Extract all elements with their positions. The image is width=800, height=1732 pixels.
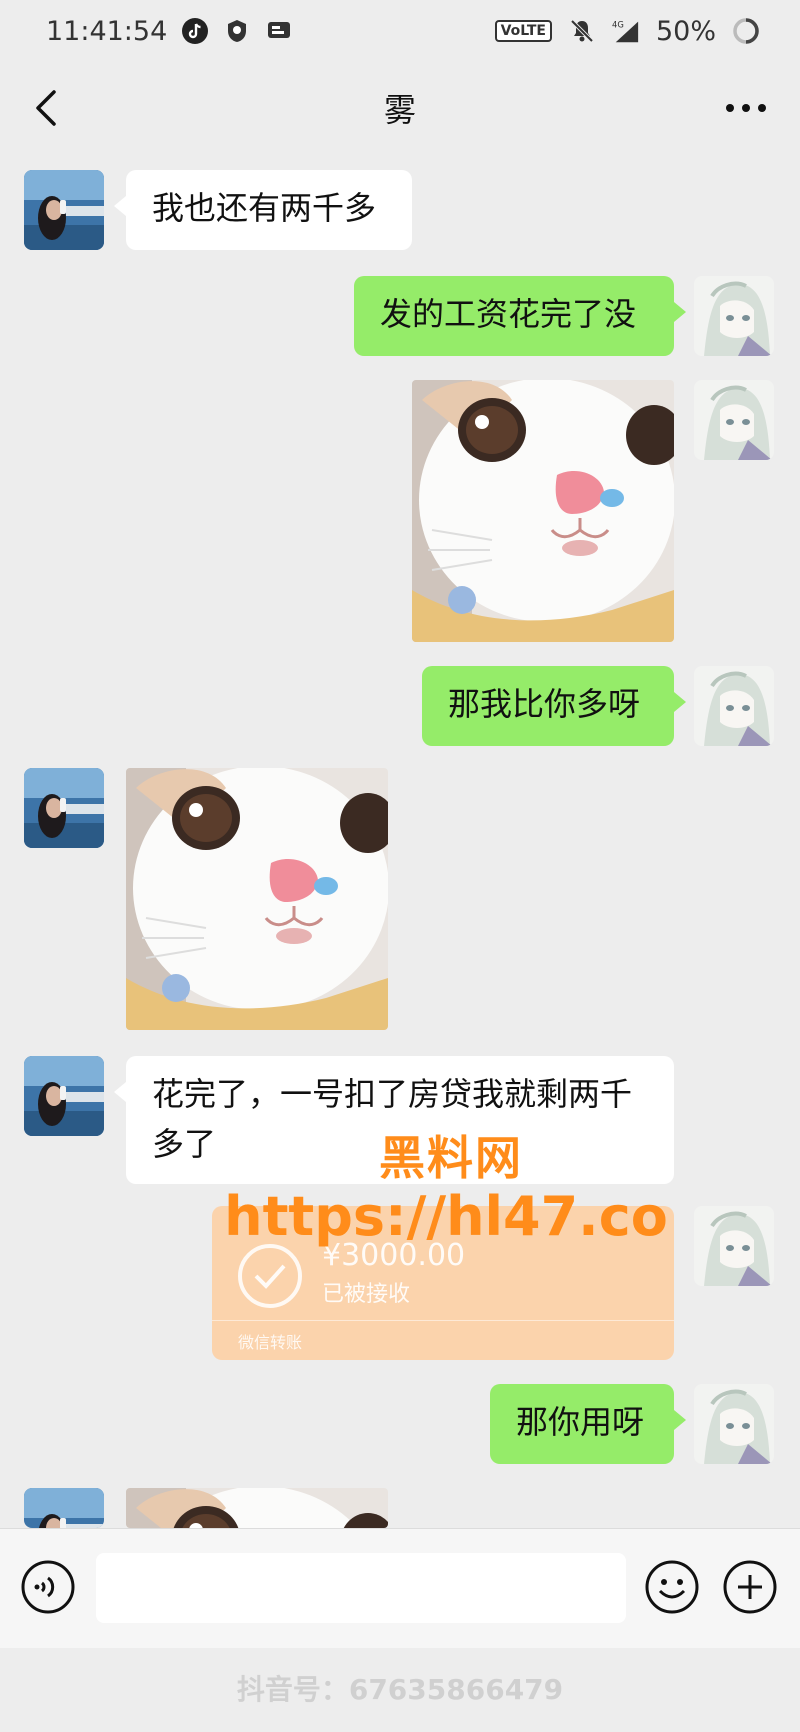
message-bubble-sent[interactable]: 那你用呀 bbox=[490, 1384, 686, 1464]
cat-sticker[interactable] bbox=[412, 380, 674, 642]
self-avatar[interactable] bbox=[694, 380, 774, 460]
shield-icon bbox=[223, 17, 251, 45]
emoji-button[interactable] bbox=[644, 1559, 700, 1615]
chat-input-bar bbox=[0, 1528, 800, 1648]
notification-icon bbox=[265, 17, 293, 45]
emoji-icon bbox=[645, 1560, 699, 1614]
message-text: 我也还有两千多 bbox=[152, 189, 377, 227]
status-time: 11:41:54 bbox=[46, 15, 168, 47]
chat-title: 雾 bbox=[383, 91, 416, 129]
more-functions-button[interactable] bbox=[722, 1559, 778, 1615]
voice-icon bbox=[21, 1560, 75, 1614]
message-input[interactable] bbox=[96, 1553, 626, 1623]
message-bubble-sent[interactable]: 发的工资花完了没 bbox=[354, 276, 686, 356]
self-avatar[interactable] bbox=[694, 666, 774, 746]
voice-input-button[interactable] bbox=[20, 1559, 76, 1615]
signal-type-label: 4G bbox=[612, 19, 624, 29]
chat-header: 雾 bbox=[0, 62, 800, 154]
more-dots-icon bbox=[726, 104, 766, 112]
status-bar: 11:41:54 VoLTE 4G 50% bbox=[0, 0, 800, 62]
plus-icon bbox=[723, 1560, 777, 1614]
transfer-status: 已被接收 bbox=[322, 1282, 411, 1307]
self-avatar[interactable] bbox=[694, 1206, 774, 1286]
site-watermark: 黑料网 https://hl47.co bbox=[224, 1130, 676, 1248]
contact-avatar[interactable] bbox=[24, 170, 104, 250]
message-text: 那你用呀 bbox=[516, 1403, 645, 1441]
battery-icon bbox=[732, 17, 760, 45]
transfer-received-icon bbox=[238, 1244, 302, 1308]
watermark-title: 黑料网 bbox=[379, 1131, 523, 1185]
chevron-left-icon bbox=[36, 90, 56, 126]
battery-percent: 50% bbox=[655, 15, 716, 47]
cellular-signal-icon: 4G bbox=[612, 17, 640, 45]
back-button[interactable] bbox=[28, 84, 68, 132]
transfer-footer: 微信转账 bbox=[212, 1320, 674, 1360]
douyin-watermark: 抖音号：67635866479 bbox=[236, 1673, 564, 1706]
self-avatar[interactable] bbox=[694, 1384, 774, 1464]
message-text: 那我比你多呀 bbox=[448, 685, 641, 723]
tiktok-icon bbox=[181, 17, 209, 45]
self-avatar[interactable] bbox=[694, 276, 774, 356]
message-bubble-sent[interactable]: 那我比你多呀 bbox=[422, 666, 686, 746]
volte-badge: VoLTE bbox=[494, 20, 552, 42]
cat-sticker[interactable] bbox=[126, 1488, 388, 1528]
contact-avatar[interactable] bbox=[24, 768, 104, 848]
mute-icon bbox=[568, 17, 596, 45]
contact-avatar[interactable] bbox=[24, 1488, 104, 1528]
cat-sticker[interactable] bbox=[126, 768, 388, 1030]
message-text-line: 花完了，一号扣了房贷我就剩两千 bbox=[152, 1075, 633, 1113]
message-bubble-received[interactable]: 我也还有两千多 bbox=[114, 170, 412, 250]
watermark-url: https://hl47.co bbox=[224, 1185, 668, 1248]
more-options-button[interactable] bbox=[722, 88, 770, 128]
contact-avatar[interactable] bbox=[24, 1056, 104, 1136]
message-text: 发的工资花完了没 bbox=[380, 295, 637, 333]
